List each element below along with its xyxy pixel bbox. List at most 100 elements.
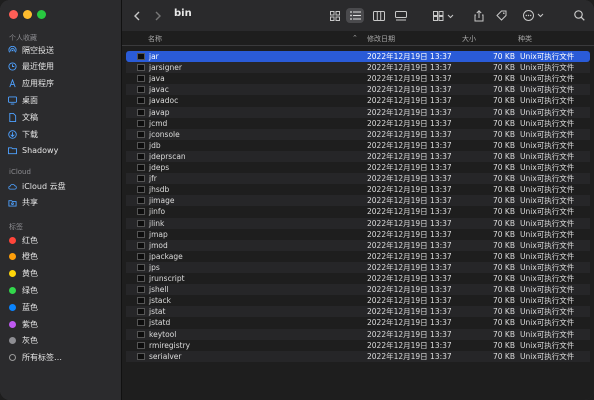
file-row[interactable]: jconsole 2022年12月19日 13:37 70 KB Unix可执行文件 xyxy=(126,128,590,140)
file-kind: Unix可执行文件 xyxy=(520,85,575,95)
clock-icon xyxy=(8,62,17,71)
file-row[interactable]: jimage 2022年12月19日 13:37 70 KB Unix可执行文件 xyxy=(126,195,590,207)
sidebar-tag-item[interactable]: 橙色 xyxy=(8,250,116,264)
search-button[interactable] xyxy=(572,8,586,23)
sidebar-favorite-item-label: 最近使用 xyxy=(22,62,54,72)
back-button[interactable] xyxy=(131,8,143,23)
file-row[interactable]: jdeps 2022年12月19日 13:37 70 KB Unix可执行文件 xyxy=(126,162,590,173)
file-row[interactable]: jcmd 2022年12月19日 13:37 70 KB Unix可执行文件 xyxy=(126,118,590,129)
sidebar-favorite-item[interactable]: 下载 xyxy=(8,127,116,141)
file-kind: Unix可执行文件 xyxy=(520,74,575,84)
file-kind: Unix可执行文件 xyxy=(520,251,575,261)
sidebar-tag-item[interactable]: 所有标签… xyxy=(8,351,116,365)
sidebar-tag-item[interactable]: 黄色 xyxy=(8,267,116,281)
file-row[interactable]: jar 2022年12月19日 13:37 70 KB Unix可执行文件 xyxy=(126,51,590,63)
tag-color-icon xyxy=(8,252,17,261)
forward-button[interactable] xyxy=(152,8,164,23)
file-date: 2022年12月19日 13:37 xyxy=(367,351,452,361)
file-row[interactable]: jdb 2022年12月19日 13:37 70 KB Unix可执行文件 xyxy=(126,140,590,151)
file-row[interactable]: jpackage 2022年12月19日 13:37 70 KB Unix可执行文件 xyxy=(126,251,590,262)
sidebar-icloud-item[interactable]: 共享 xyxy=(8,196,116,210)
desktop-icon xyxy=(8,96,17,105)
file-row[interactable]: jps 2022年12月19日 13:37 70 KB Unix可执行文件 xyxy=(126,261,590,273)
gallery-icon xyxy=(395,10,407,20)
file-row[interactable]: jfr 2022年12月19日 13:37 70 KB Unix可执行文件 xyxy=(126,173,590,185)
sidebar-tag-item-label: 绿色 xyxy=(22,285,38,295)
file-row[interactable]: serialver 2022年12月19日 13:37 70 KB Unix可执行文件 xyxy=(126,350,590,362)
file-size: 70 KB xyxy=(493,163,515,172)
sidebar-favorite-item[interactable]: 应用程序 xyxy=(8,77,116,91)
column-size-header[interactable]: 大小 xyxy=(462,34,476,44)
sidebar-favorite-item[interactable]: 最近使用 xyxy=(8,60,116,74)
sidebar-favorite-item[interactable]: 隔空投送 xyxy=(8,43,116,57)
share-button[interactable] xyxy=(472,8,486,23)
file-row[interactable]: jstack 2022年12月19日 13:37 70 KB Unix可执行文件 xyxy=(126,295,590,306)
column-name-header[interactable]: 名称 xyxy=(148,34,162,44)
group-icon xyxy=(433,10,454,21)
sidebar-icloud-item-label: 共享 xyxy=(22,198,38,208)
file-row[interactable]: java 2022年12月19日 13:37 70 KB Unix可执行文件 xyxy=(126,73,590,84)
file-size: 70 KB xyxy=(493,129,515,139)
sidebar-tag-item[interactable]: 蓝色 xyxy=(8,300,116,314)
close-button[interactable] xyxy=(9,10,18,19)
file-name: java xyxy=(149,74,165,84)
file-row[interactable]: jshell 2022年12月19日 13:37 70 KB Unix可执行文件 xyxy=(126,284,590,296)
file-row[interactable]: javac 2022年12月19日 13:37 70 KB Unix可执行文件 xyxy=(126,84,590,96)
file-date: 2022年12月19日 13:37 xyxy=(367,196,452,206)
file-date: 2022年12月19日 13:37 xyxy=(367,329,452,339)
tag-color-icon xyxy=(8,303,17,312)
file-name: jlink xyxy=(149,218,165,228)
sidebar-tag-item[interactable]: 灰色 xyxy=(8,334,116,348)
file-row[interactable]: jmap 2022年12月19日 13:37 70 KB Unix可执行文件 xyxy=(126,229,590,240)
file-row[interactable]: jinfo 2022年12月19日 13:37 70 KB Unix可执行文件 xyxy=(126,206,590,217)
file-size: 70 KB xyxy=(493,140,515,150)
group-button[interactable] xyxy=(432,8,458,23)
file-name: jshell xyxy=(149,285,169,295)
column-header: 名称 ⌃ 修改日期 大小 种类 xyxy=(122,31,594,46)
file-row[interactable]: jmod 2022年12月19日 13:37 70 KB Unix可执行文件 xyxy=(126,239,590,251)
action-menu-button[interactable] xyxy=(522,8,548,23)
file-kind: Unix可执行文件 xyxy=(520,218,575,228)
column-kind-header[interactable]: 种类 xyxy=(518,34,532,44)
file-row[interactable]: javadoc 2022年12月19日 13:37 70 KB Unix可执行文件 xyxy=(126,95,590,106)
file-row[interactable]: jstatd 2022年12月19日 13:37 70 KB Unix可执行文件 xyxy=(126,317,590,328)
list-view-button[interactable] xyxy=(346,8,364,23)
tag-button[interactable] xyxy=(494,8,508,23)
gallery-view-button[interactable] xyxy=(394,8,408,23)
file-row[interactable]: jdeprscan 2022年12月19日 13:37 70 KB Unix可执行文件 xyxy=(126,150,590,162)
file-row[interactable]: jstat 2022年12月19日 13:37 70 KB Unix可执行文件 xyxy=(126,306,590,318)
sidebar-favorite-item[interactable]: Shadowy xyxy=(8,144,116,158)
file-row[interactable]: jhsdb 2022年12月19日 13:37 70 KB Unix可执行文件 xyxy=(126,184,590,195)
executable-file-icon xyxy=(137,53,145,60)
sidebar-tag-item[interactable]: 绿色 xyxy=(8,283,116,297)
folder-icon xyxy=(8,146,17,155)
file-date: 2022年12月19日 13:37 xyxy=(367,96,452,106)
column-view-button[interactable] xyxy=(372,8,386,23)
file-row[interactable]: jrunscript 2022年12月19日 13:37 70 KB Unix可执行文… xyxy=(126,273,590,284)
file-date: 2022年12月19日 13:37 xyxy=(367,118,452,128)
column-date-header[interactable]: 修改日期 xyxy=(367,34,395,44)
file-name: keytool xyxy=(149,329,177,339)
executable-file-icon xyxy=(137,197,145,205)
sidebar-favorite-item[interactable]: 桌面 xyxy=(8,93,116,107)
sidebar-icloud-item[interactable]: iCloud 云盘 xyxy=(8,179,116,193)
favorites-section-title: 个人收藏 xyxy=(9,34,37,42)
minimize-button[interactable] xyxy=(23,10,32,19)
file-size: 70 KB xyxy=(493,240,515,250)
file-row[interactable]: javap 2022年12月19日 13:37 70 KB Unix可执行文件 xyxy=(126,106,590,118)
sidebar-tag-item[interactable]: 紫色 xyxy=(8,317,116,331)
executable-file-icon xyxy=(137,275,145,282)
file-size: 70 KB xyxy=(493,52,515,61)
file-row[interactable]: keytool 2022年12月19日 13:37 70 KB Unix可执行文件 xyxy=(126,328,590,340)
file-row[interactable]: jarsigner 2022年12月19日 13:37 70 KB Unix可执行文件 xyxy=(126,62,590,74)
file-date: 2022年12月19日 13:37 xyxy=(367,52,452,61)
zoom-button[interactable] xyxy=(37,10,46,19)
executable-file-icon xyxy=(137,208,145,216)
file-row[interactable]: rmiregistry 2022年12月19日 13:37 70 KB Unix可执行… xyxy=(126,340,590,351)
file-row[interactable]: jlink 2022年12月19日 13:37 70 KB Unix可执行文件 xyxy=(126,217,590,229)
icon-view-button[interactable] xyxy=(328,8,342,23)
sidebar-tag-item[interactable]: 红色 xyxy=(8,233,116,247)
executable-file-icon xyxy=(137,319,145,327)
sidebar-favorite-item[interactable]: 文稿 xyxy=(8,110,116,124)
file-kind: Unix可执行文件 xyxy=(520,163,575,172)
